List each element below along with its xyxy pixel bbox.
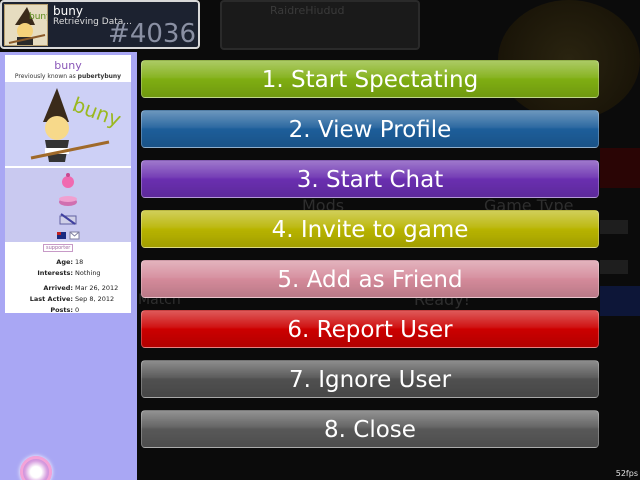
button-label: 5. Add as Friend [277, 267, 463, 293]
avatar-logo-text: buny [29, 12, 48, 22]
bg-red-strip [600, 148, 640, 188]
mail-icon[interactable] [69, 231, 80, 240]
button-label: 8. Close [324, 417, 416, 443]
profile-avatar-art: buny [5, 82, 131, 166]
add-as-friend-button[interactable]: 5. Add as Friend [141, 260, 599, 298]
button-label: 4. Invite to game [271, 217, 469, 243]
supporter-badge: supporter [43, 244, 74, 252]
view-profile-button[interactable]: 2. View Profile [141, 110, 599, 148]
start-spectating-button[interactable]: 1. Start Spectating [141, 60, 599, 98]
flag-icon [57, 232, 66, 239]
profile-name: buny [54, 59, 82, 72]
profile-previous-name: Previously known as pubertybuny [5, 73, 131, 80]
row-value: 18 [75, 258, 84, 266]
button-label: 6. Report User [287, 317, 453, 343]
close-button[interactable]: 8. Close [141, 410, 599, 448]
previously-prefix: Previously known as [14, 73, 76, 80]
cursor-icon [20, 456, 52, 480]
fps-counter: 52fps [615, 469, 638, 478]
invite-to-game-button[interactable]: 4. Invite to game [141, 210, 599, 248]
row-value: Mar 26, 2012 [75, 284, 119, 292]
start-chat-button[interactable]: 3. Start Chat [141, 160, 599, 198]
ignore-user-button[interactable]: 7. Ignore User [141, 360, 599, 398]
row-key: Last Active: [29, 295, 73, 303]
profile-panel: buny Previously known as pubertybuny bun… [0, 52, 137, 480]
badge-pink-icon[interactable] [62, 173, 74, 188]
badge-taiko-icon[interactable] [59, 213, 77, 225]
profile-icons [5, 168, 131, 242]
row-value: Nothing [75, 269, 101, 277]
profile-card: buny Previously known as pubertybuny bun… [5, 55, 131, 314]
witch-avatar-icon: buny [5, 5, 48, 45]
badge-drum-icon[interactable] [59, 196, 77, 206]
bg-field-1 [600, 220, 628, 234]
bg-blue-button [600, 286, 640, 316]
bg-player-name: RaidreHiudud [270, 4, 345, 17]
button-label: 3. Start Chat [296, 167, 444, 193]
user-card[interactable]: buny buny Retrieving Data... #4036 [0, 0, 200, 49]
button-label: 7. Ignore User [288, 367, 452, 393]
user-name: buny [53, 4, 83, 18]
witch-art-icon: buny [30, 88, 125, 162]
row-key: Arrived: [43, 284, 73, 292]
previously-name: pubertybuny [77, 73, 122, 80]
row-value: Sep 8, 2012 [75, 295, 115, 303]
user-avatar: buny [4, 4, 48, 46]
bg-field-2 [600, 260, 628, 274]
profile-art-text: buny [69, 92, 124, 132]
row-key: Posts: [50, 306, 73, 314]
row-key: Interests: [37, 269, 73, 277]
button-label: 1. Start Spectating [261, 67, 479, 93]
user-rank: #4036 [108, 19, 196, 49]
row-key: Age: [56, 258, 73, 266]
report-user-button[interactable]: 6. Report User [141, 310, 599, 348]
button-label: 2. View Profile [288, 117, 452, 143]
row-value: 0 [75, 306, 80, 314]
